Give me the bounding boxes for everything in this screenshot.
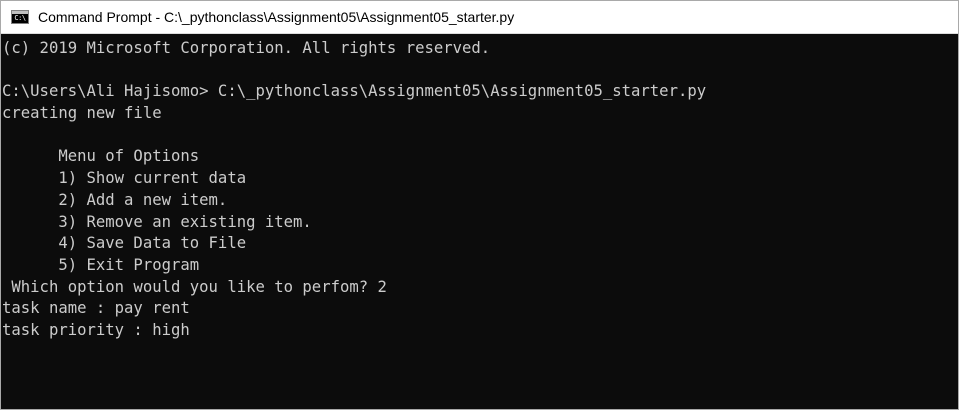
console-line-copyright: (c) 2019 Microsoft Corporation. All righ… [2, 39, 491, 57]
task-name-input: task name : pay rent [2, 299, 190, 318]
console-app-icon[interactable]: C:\ [11, 10, 29, 24]
menu-option-3: 3) Remove an existing item. [2, 212, 312, 231]
icon-title-strip [12, 11, 28, 14]
command-prompt-window: C:\ Command Prompt - C:\_pythonclass\Ass… [0, 0, 959, 410]
task-priority-input: task priority : high [2, 320, 190, 339]
console-output[interactable]: (c) 2019 Microsoft Corporation. All righ… [1, 34, 958, 409]
menu-heading: Menu of Options [2, 147, 200, 166]
title-bar[interactable]: C:\ Command Prompt - C:\_pythonclass\Ass… [1, 1, 958, 34]
menu-option-4: 4) Save Data to File [2, 234, 247, 253]
option-prompt: Which option would you like to perfom? 2 [2, 277, 387, 296]
icon-glyph: C:\ [14, 14, 26, 22]
menu-option-5: 5) Exit Program [2, 255, 200, 274]
window-title: Command Prompt - C:\_pythonclass\Assignm… [38, 9, 515, 25]
menu-option-2: 2) Add a new item. [2, 190, 228, 209]
console-line-status: creating new file [2, 104, 162, 123]
console-line-command: C:\Users\Ali Hajisomo> C:\_pythonclass\A… [2, 82, 707, 101]
menu-option-1: 1) Show current data [2, 169, 247, 188]
